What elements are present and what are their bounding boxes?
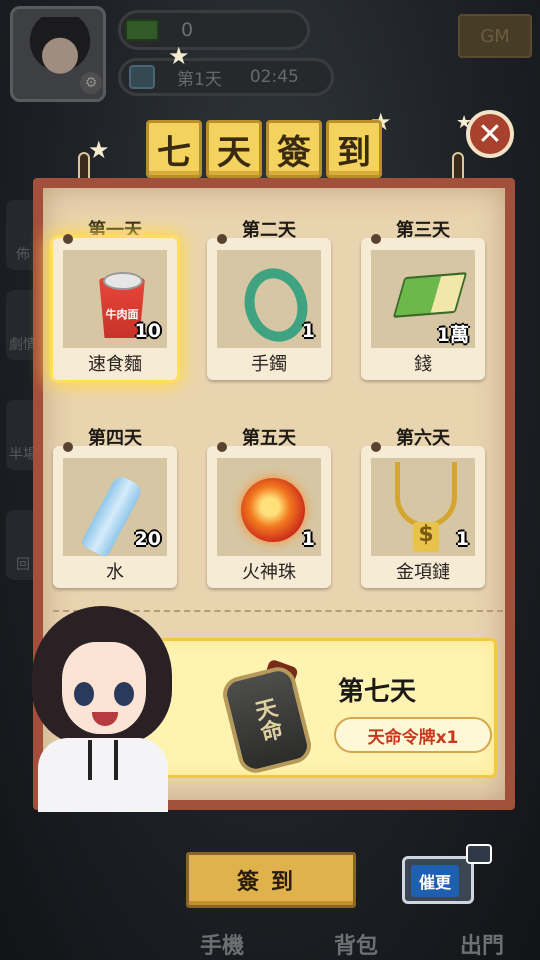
- signin-button[interactable]: 簽到: [186, 852, 356, 908]
- destiny-token-icon: 天命: [219, 663, 315, 777]
- reward-card-day-2[interactable]: 1 手鐲: [207, 234, 331, 380]
- item-quantity: 20: [134, 528, 161, 550]
- mascot-eye: [114, 682, 134, 706]
- item-name: 手鐲: [251, 354, 287, 375]
- title-char: 天: [206, 120, 262, 178]
- tv-icon: 催更: [411, 865, 459, 897]
- close-icon[interactable]: ✕: [466, 110, 514, 158]
- day-7-reward: 天命令牌x1: [334, 717, 492, 753]
- pin-icon: [217, 442, 227, 452]
- item-name: 金項鏈: [396, 562, 450, 583]
- dollar-pendant-icon: $: [413, 522, 439, 552]
- video-camera-icon: [466, 844, 492, 864]
- pin-icon: [63, 442, 73, 452]
- pin-icon: [371, 442, 381, 452]
- mascot-face: [62, 642, 146, 734]
- reward-card-day-1[interactable]: 牛肉面 10 速食麵: [53, 234, 177, 380]
- reward-card-day-4[interactable]: 20 水: [53, 442, 177, 588]
- mascot-bow: [88, 740, 118, 780]
- day-7-label: 第七天: [338, 677, 417, 707]
- reward-card-day-5[interactable]: 1 火神珠: [207, 442, 331, 588]
- pin-icon: [371, 234, 381, 244]
- fire-orb-icon: [241, 478, 305, 542]
- reward-card-day-6[interactable]: $ 1 金項鏈: [361, 442, 485, 588]
- mascot-mouth: [92, 712, 118, 726]
- nav-backpack[interactable]: 背包: [334, 928, 378, 960]
- pin-icon: [63, 234, 73, 244]
- pin-icon: [217, 234, 227, 244]
- urge-update-button[interactable]: 催更: [402, 856, 474, 904]
- title-char: 到: [326, 120, 382, 178]
- item-quantity: 1: [455, 528, 469, 550]
- mascot-girl: [28, 606, 178, 812]
- item-name: 錢: [414, 354, 432, 375]
- seven-day-signin-title: 七 天 簽 到: [146, 120, 382, 178]
- item-quantity: 1: [301, 528, 315, 550]
- mascot-eye: [74, 682, 94, 706]
- item-name: 速食麵: [88, 354, 142, 375]
- title-char: 七: [146, 120, 202, 178]
- item-name: 水: [106, 562, 124, 583]
- gold-chain-icon: [395, 462, 457, 528]
- item-quantity: 10: [134, 320, 161, 342]
- noodle-lid: [103, 272, 143, 290]
- nav-phone[interactable]: 手機: [200, 928, 244, 960]
- item-quantity: 1: [301, 320, 315, 342]
- cash-icon: [392, 272, 468, 318]
- sparkle-star-icon: ★: [168, 42, 190, 70]
- item-name: 火神珠: [242, 562, 296, 583]
- nav-go-out[interactable]: 出門: [460, 928, 504, 960]
- item-quantity: 1萬: [436, 324, 469, 346]
- reward-card-day-3[interactable]: 1萬 錢: [361, 234, 485, 380]
- title-char: 簽: [266, 120, 322, 178]
- sparkle-star-icon: ★: [88, 136, 110, 164]
